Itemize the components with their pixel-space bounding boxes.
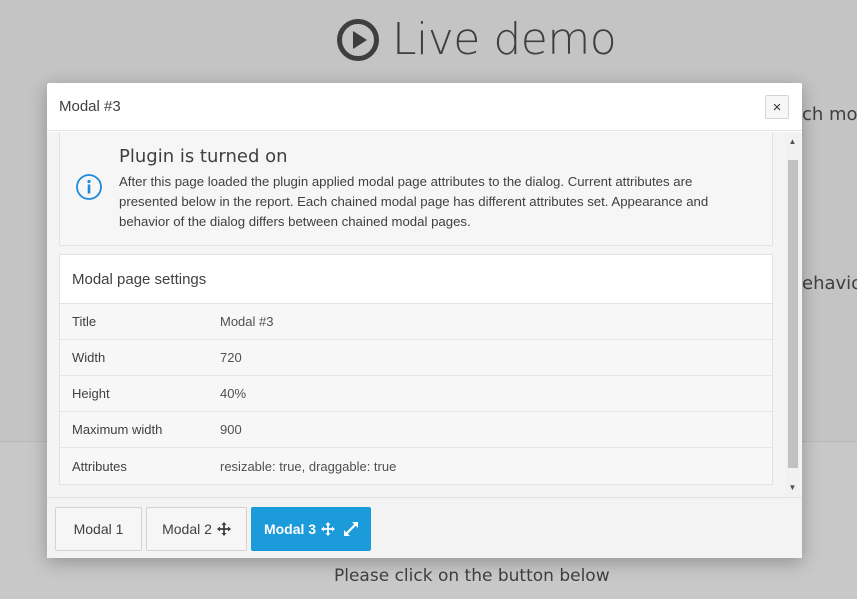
move-icon [321, 522, 336, 536]
report-value: 40% [220, 386, 247, 401]
scroll-thumb[interactable] [788, 160, 798, 468]
expand-icon [344, 522, 359, 536]
report-label: Height [72, 386, 110, 401]
background-text-fragment: ehavio [802, 273, 857, 294]
close-button[interactable]: × [765, 95, 789, 119]
settings-region: Modal page settings Title Modal #3 Width… [59, 254, 773, 485]
alert-text: After this page loaded the plugin applie… [119, 174, 709, 229]
report-value: resizable: true, draggable: true [220, 458, 397, 474]
report-label: Width [72, 350, 106, 365]
modal-2-button[interactable]: Modal 2 [146, 507, 247, 551]
button-label: Modal 3 [263, 521, 317, 537]
modal-1-button[interactable]: Modal 1 [55, 507, 142, 551]
page-title: Live demo [392, 14, 617, 65]
move-icon [216, 522, 231, 536]
alert-title: Plugin is turned on [119, 146, 288, 167]
background-instruction: Please click on the button below [334, 566, 610, 586]
button-label: Modal 2 [162, 521, 212, 537]
modal-content: Plugin is turned on After this page load… [59, 132, 773, 485]
modal-title: Modal #3 [59, 98, 121, 115]
modal-3-button[interactable]: Modal 3 [251, 507, 371, 551]
report-label: Maximum width [72, 422, 163, 437]
modal-footer: Modal 1 Modal 2 Modal 3 [47, 497, 802, 558]
info-alert: Plugin is turned on After this page load… [59, 132, 773, 246]
report-row: Attributes resizable: true, draggable: t… [60, 448, 772, 484]
report-row: Width 720 [60, 340, 772, 376]
scroll-down-arrow-icon[interactable]: ▼ [785, 480, 800, 494]
region-heading: Modal page settings [60, 255, 772, 304]
modal-body[interactable]: Plugin is turned on After this page load… [47, 132, 802, 497]
vertical-scrollbar[interactable]: ▲ ▼ [785, 132, 800, 497]
report-value: Modal #3 [220, 314, 274, 329]
modal-dialog[interactable]: Modal #3 × Plugin is turned on After thi… [47, 83, 802, 558]
report-value: 720 [220, 350, 242, 365]
report-label: Title [72, 314, 97, 329]
report-value: 900 [220, 422, 242, 437]
background-text-fragment: ch mod [802, 104, 857, 125]
report-label: Attributes [72, 458, 127, 474]
play-circle-icon [337, 18, 379, 61]
report-row: Title Modal #3 [60, 304, 772, 340]
info-icon [76, 174, 102, 200]
page-heading: Live demo [336, 14, 617, 65]
scroll-up-arrow-icon[interactable]: ▲ [785, 134, 800, 148]
modal-header[interactable]: Modal #3 [47, 83, 802, 131]
close-icon: × [772, 98, 782, 116]
report-row: Maximum width 900 [60, 412, 772, 448]
button-label: Modal 1 [73, 521, 124, 537]
report-row: Height 40% [60, 376, 772, 412]
